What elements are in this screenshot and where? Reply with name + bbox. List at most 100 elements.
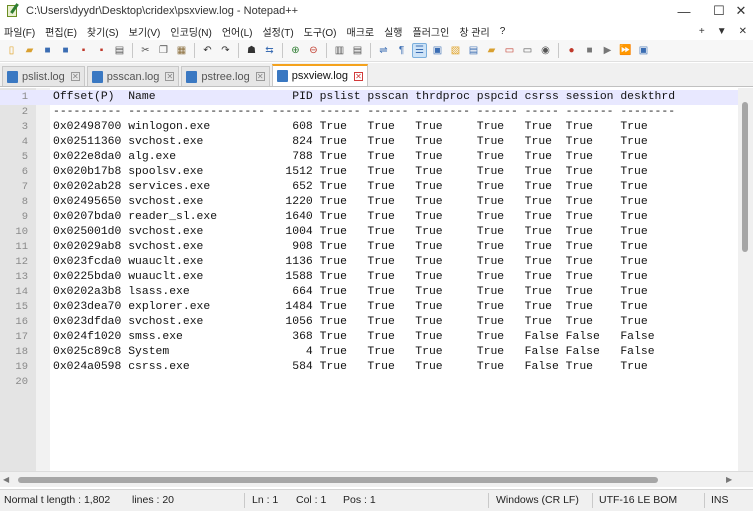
editor-line[interactable]: 1 Offset(P) Name PID pslist psscan thrdpr… <box>0 90 738 105</box>
sync-vertical-icon[interactable]: ▥ <box>332 43 347 58</box>
cut-icon[interactable]: ✂ <box>138 43 153 58</box>
replace-icon[interactable]: ⇆ <box>262 43 277 58</box>
eye-icon[interactable]: ◉ <box>538 43 553 58</box>
zoom-in-icon[interactable]: ⊕ <box>288 43 303 58</box>
editor-line[interactable]: 9 0x0207bda0 reader_sl.exe 1640 True True… <box>0 210 738 225</box>
doc-map-icon[interactable]: ▧ <box>448 43 463 58</box>
status-insert-mode[interactable]: INS <box>711 494 729 506</box>
editor-line[interactable]: 16 0x023dfda0 svchost.exe 1056 True True … <box>0 315 738 330</box>
editor-line[interactable]: 2 ---------- -------------------- ------ … <box>0 105 738 120</box>
tab-close-icon[interactable]: ✕ <box>70 72 80 81</box>
menu-edit[interactable]: 편집(E) <box>45 24 77 39</box>
menu-search[interactable]: 찾기(S) <box>87 24 119 39</box>
scroll-left-icon[interactable]: ◀ <box>3 475 9 484</box>
tab-pstree-log[interactable]: pstree.log ✕ <box>181 66 270 86</box>
menu-encoding[interactable]: 인코딩(N) <box>170 24 211 39</box>
line-number: 2 <box>21 106 28 118</box>
menu-file[interactable]: 파일(F) <box>4 24 35 39</box>
line-text: 0x0225bda0 wuauclt.exe 1588 True True Tr… <box>53 271 648 283</box>
run-macro-multiple-icon[interactable]: ⏩ <box>618 43 633 58</box>
tab-pslist-log[interactable]: pslist.log ✕ <box>2 66 85 86</box>
word-wrap-icon[interactable]: ⇌ <box>376 43 391 58</box>
editor-line[interactable]: 14 0x0202a3b8 lsass.exe 664 True True Tru… <box>0 285 738 300</box>
play-macro-icon[interactable]: ▶ <box>600 43 615 58</box>
menu-settings[interactable]: 설정(T) <box>262 24 293 39</box>
tab-list-dropdown-button[interactable]: ▼ <box>717 26 727 37</box>
monitoring-icon[interactable]: ▭ <box>520 43 535 58</box>
stop-macro-icon[interactable]: ■ <box>582 43 597 58</box>
maximize-button[interactable]: ☐ <box>707 0 731 22</box>
editor-line[interactable]: 13 0x0225bda0 wuauclt.exe 1588 True True … <box>0 270 738 285</box>
open-file-icon[interactable]: ▰ <box>22 43 37 58</box>
sync-horizontal-icon[interactable]: ▤ <box>350 43 365 58</box>
editor-line[interactable]: 11 0x02029ab8 svchost.exe 908 True True T… <box>0 240 738 255</box>
find-icon[interactable]: ☗ <box>244 43 259 58</box>
undo-icon[interactable]: ↶ <box>200 43 215 58</box>
editor-line[interactable]: 17 0x024f1020 smss.exe 368 True True True… <box>0 330 738 345</box>
status-divider <box>704 493 705 508</box>
close-window-button[interactable]: ✕ <box>729 0 753 22</box>
print-icon[interactable]: ▤ <box>112 43 127 58</box>
function-list-icon[interactable]: ▤ <box>466 43 481 58</box>
zoom-out-icon[interactable]: ⊖ <box>306 43 321 58</box>
show-all-chars-icon[interactable]: ¶ <box>394 43 409 58</box>
horizontal-scroll-thumb[interactable] <box>18 477 658 483</box>
editor-line[interactable]: 6 0x020b17b8 spoolsv.exe 1512 True True T… <box>0 165 738 180</box>
horizontal-scrollbar[interactable]: ◀ ▶ <box>0 471 753 487</box>
menu-plugins[interactable]: 플러그인 <box>413 24 450 39</box>
tab-close-icon[interactable]: ✕ <box>353 71 363 81</box>
vertical-scroll-thumb[interactable] <box>742 102 748 252</box>
save-icon[interactable]: ■ <box>40 43 55 58</box>
editor-line[interactable]: 12 0x023fcda0 wuauclt.exe 1136 True True … <box>0 255 738 270</box>
document-icon <box>91 70 103 83</box>
menu-language[interactable]: 언어(L) <box>222 24 253 39</box>
new-file-icon[interactable]: ▯ <box>4 43 19 58</box>
editor-area[interactable]: 1 Offset(P) Name PID pslist psscan thrdpr… <box>0 88 753 471</box>
editor-line[interactable]: 20 <box>0 375 738 390</box>
save-macro-icon[interactable]: ▣ <box>636 43 651 58</box>
close-document-button[interactable]: ✕ <box>739 26 747 37</box>
editor-line[interactable]: 3 0x02498700 winlogon.exe 608 True True T… <box>0 120 738 135</box>
menu-view[interactable]: 보기(V) <box>129 24 161 39</box>
line-text: 0x0202a3b8 lsass.exe 664 True True True … <box>53 286 648 298</box>
editor-line[interactable]: 7 0x0202ab28 services.exe 652 True True T… <box>0 180 738 195</box>
editor-line[interactable]: 18 0x025c89c8 System 4 True True True Tru… <box>0 345 738 360</box>
editor-line[interactable]: 10 0x025001d0 svchost.exe 1004 True True … <box>0 225 738 240</box>
redo-icon[interactable]: ↷ <box>218 43 233 58</box>
udl-icon[interactable]: ▣ <box>430 43 445 58</box>
menu-tools[interactable]: 도구(O) <box>304 24 337 39</box>
status-divider <box>244 493 245 508</box>
menu-macro[interactable]: 매크로 <box>347 24 375 39</box>
line-text: 0x024a0598 csrss.exe 584 True True True … <box>53 361 648 373</box>
menu-window[interactable]: 창 관리 <box>459 24 489 39</box>
close-icon[interactable]: ▪ <box>76 43 91 58</box>
editor-line[interactable]: 15 0x023dea70 explorer.exe 1484 True True… <box>0 300 738 315</box>
toolbar-separator <box>370 43 371 58</box>
doc-list-icon[interactable]: ▭ <box>502 43 517 58</box>
status-encoding[interactable]: UTF-16 LE BOM <box>599 494 677 506</box>
close-all-icon[interactable]: ▪ <box>94 43 109 58</box>
tab-psscan-log[interactable]: psscan.log ✕ <box>86 66 180 86</box>
vertical-scrollbar[interactable] <box>738 88 753 471</box>
line-number: 6 <box>21 166 28 178</box>
editor-line[interactable]: 8 0x02495650 svchost.exe 1220 True True T… <box>0 195 738 210</box>
editor-line[interactable]: 4 0x02511360 svchost.exe 824 True True Tr… <box>0 135 738 150</box>
line-text: ---------- -------------------- ------ -… <box>53 106 676 118</box>
new-tab-plus-button[interactable]: + <box>699 26 705 37</box>
minimize-button[interactable]: — <box>661 0 707 22</box>
editor-line[interactable]: 19 0x024a0598 csrss.exe 584 True True Tru… <box>0 360 738 375</box>
menu-run[interactable]: 실행 <box>384 24 402 39</box>
folder-workspace-icon[interactable]: ▰ <box>484 43 499 58</box>
tab-close-icon[interactable]: ✕ <box>165 72 175 81</box>
scroll-right-icon[interactable]: ▶ <box>726 475 732 484</box>
paste-icon[interactable]: ▦ <box>174 43 189 58</box>
save-all-icon[interactable]: ■ <box>58 43 73 58</box>
indent-guide-icon[interactable]: ☰ <box>412 43 427 58</box>
record-macro-icon[interactable]: ● <box>564 43 579 58</box>
menu-help[interactable]: ? <box>500 26 506 37</box>
status-eol[interactable]: Windows (CR LF) <box>496 494 579 506</box>
tab-psxview-log[interactable]: psxview.log ✕ <box>271 64 368 86</box>
editor-line[interactable]: 5 0x022e8da0 alg.exe 788 True True True T… <box>0 150 738 165</box>
copy-icon[interactable]: ❐ <box>156 43 171 58</box>
tab-close-icon[interactable]: ✕ <box>255 72 265 81</box>
